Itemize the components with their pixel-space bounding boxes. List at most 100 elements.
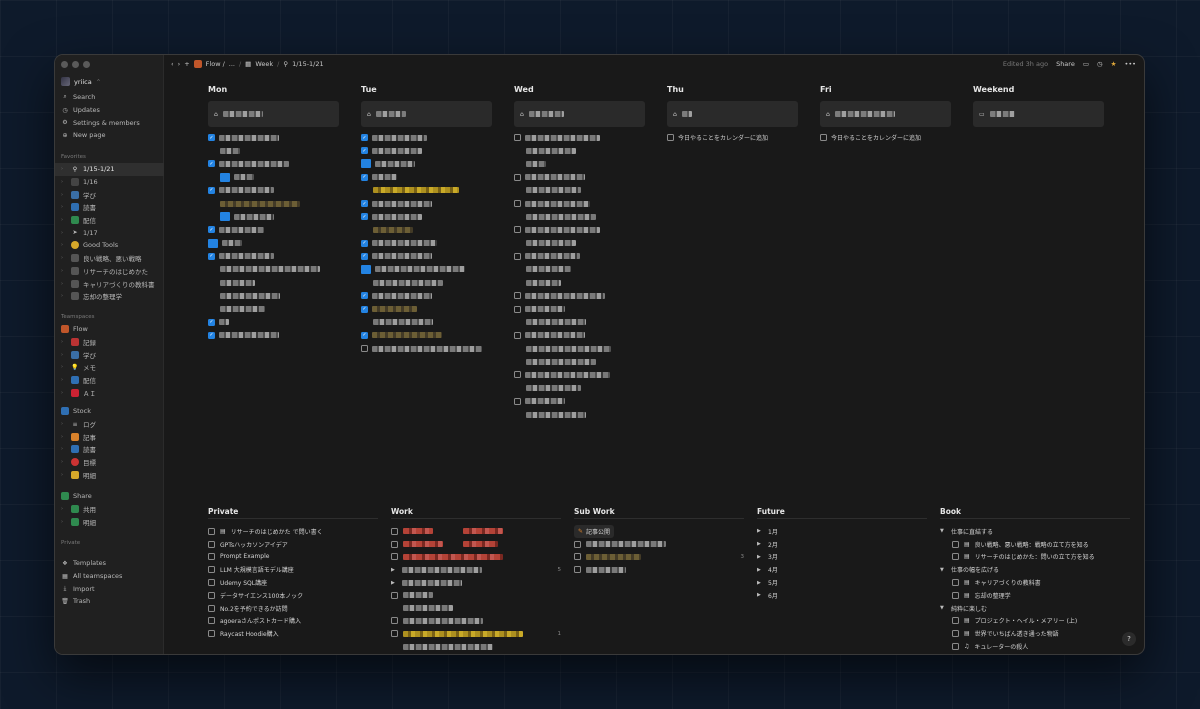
zoom-window-button[interactable] (83, 61, 90, 68)
comment-icon[interactable]: ▭ (1083, 60, 1089, 68)
crumb-ellipsis[interactable]: ... (229, 60, 235, 68)
toggle-icon[interactable]: ▶ (757, 592, 763, 598)
sidebar-settings[interactable]: ⚙ Settings & members (55, 116, 164, 129)
checkbox[interactable] (952, 553, 959, 561)
calendar-card[interactable]: ⌂ (820, 101, 951, 127)
list-item[interactable]: ▶ 5 (391, 563, 561, 576)
calendar-card[interactable]: ⌂ (667, 101, 798, 127)
checkbox[interactable] (514, 134, 521, 142)
list-item[interactable]: Prompt Example (208, 551, 378, 564)
book-item[interactable]: ▤ プロジェクト・ヘイル・メアリー (上) (940, 615, 1130, 628)
sidebar-item-1-17[interactable]: › ➤ 1/17 (55, 226, 164, 239)
close-window-button[interactable] (61, 61, 68, 68)
checkbox[interactable] (208, 579, 215, 587)
sidebar-import[interactable]: ⤓ Import (55, 582, 164, 595)
checkbox[interactable]: ✓ (208, 134, 215, 142)
checkbox[interactable] (952, 643, 959, 651)
sidebar-item-strategy[interactable]: › 良い戦略、悪い戦略 (55, 252, 164, 265)
chevron-right-icon[interactable]: › (61, 421, 67, 427)
add-to-calendar-item[interactable]: 今日やることをカレンダーに追加 (667, 131, 798, 144)
checkbox[interactable] (514, 331, 521, 339)
book-item[interactable]: ♫ キュレーターの殺人 (940, 640, 1130, 653)
checkbox[interactable]: ✓ (361, 331, 368, 339)
checkbox[interactable]: ✓ (361, 134, 368, 142)
sidebar-item-flow-learn[interactable]: › 学び (55, 348, 164, 361)
star-icon[interactable]: ★ (1111, 60, 1117, 68)
checkbox[interactable]: ✓ (361, 252, 368, 260)
chevron-right-icon[interactable]: › (61, 352, 67, 358)
list-item[interactable]: ▶ (391, 576, 561, 589)
book-group[interactable]: ▼ 純粋に楽しむ (940, 602, 1130, 615)
todo-item[interactable]: ✓ (361, 210, 492, 223)
help-button[interactable]: ? (1122, 632, 1136, 646)
sidebar-item-log[interactable]: › ≡ ログ (55, 418, 164, 431)
toggle-icon[interactable]: ▶ (757, 567, 763, 573)
crumb-week[interactable]: Week (255, 60, 273, 68)
chevron-right-icon[interactable]: › (61, 217, 67, 223)
checkbox[interactable] (391, 617, 398, 625)
todo-item[interactable] (514, 171, 645, 184)
checkbox[interactable] (208, 630, 215, 638)
sidebar-item-stock-reading[interactable]: › 読書 (55, 443, 164, 456)
list-item[interactable] (391, 551, 561, 564)
checkbox[interactable] (952, 591, 959, 599)
sidebar-item-flow-broadcast[interactable]: › 配信 (55, 374, 164, 387)
chevron-right-icon[interactable]: › (61, 204, 67, 210)
list-item[interactable] (574, 538, 744, 551)
checkbox[interactable] (391, 591, 398, 599)
checkbox[interactable]: ✓ (361, 200, 368, 208)
chevron-right-icon[interactable]: › (61, 377, 67, 383)
chevron-right-icon[interactable]: › (61, 390, 67, 396)
checkbox[interactable] (208, 527, 215, 535)
todo-item[interactable] (514, 131, 645, 144)
todo-item[interactable]: ✓ (208, 131, 339, 144)
sidebar-item-broadcast[interactable]: › 配信 (55, 214, 164, 227)
chevron-right-icon[interactable]: › (61, 506, 67, 512)
checkbox[interactable]: ✓ (361, 147, 368, 155)
chevron-right-icon[interactable]: › (61, 268, 67, 274)
checkbox[interactable] (952, 579, 959, 587)
chevron-right-icon[interactable]: › (61, 459, 67, 465)
checkbox[interactable] (952, 630, 959, 638)
list-item[interactable]: 3 (574, 551, 744, 564)
chevron-right-icon[interactable]: › (61, 242, 67, 248)
chevron-right-icon[interactable]: › (61, 255, 67, 261)
sidebar-item-goal[interactable]: › 目標 (55, 456, 164, 469)
chevron-right-icon[interactable]: › (61, 519, 67, 525)
sidebar-item-1-16[interactable]: › 1/16 (55, 176, 164, 189)
month-toggle[interactable]: ▶ 6月 (757, 589, 927, 602)
checkbox[interactable] (391, 540, 398, 548)
chevron-right-icon[interactable]: › (61, 166, 67, 172)
sidebar-all-teamspaces[interactable]: ▦ All teamspaces (55, 570, 164, 583)
todo-item[interactable]: ✓ (208, 157, 339, 170)
checkbox[interactable] (952, 617, 959, 625)
todo-item[interactable]: ✓ (208, 184, 339, 197)
todo-item[interactable] (514, 368, 645, 381)
book-group[interactable]: ▼ 仕事の幅を広げる (940, 563, 1130, 576)
checkbox[interactable] (391, 553, 398, 561)
checkbox[interactable] (514, 252, 521, 260)
toggle-open-icon[interactable]: ▼ (940, 567, 946, 573)
checkbox[interactable] (208, 591, 215, 599)
todo-item[interactable]: ✓ (208, 250, 339, 263)
checkbox[interactable] (952, 540, 959, 548)
checkbox[interactable] (574, 566, 581, 574)
toggle-icon[interactable]: ▶ (757, 580, 763, 586)
list-item[interactable] (391, 615, 561, 628)
toggle-icon[interactable]: ▶ (391, 567, 397, 573)
checkbox[interactable] (208, 553, 215, 561)
checkbox[interactable]: ✓ (361, 213, 368, 221)
sidebar-item-career[interactable]: › キャリアづくりの教科書 (55, 277, 164, 290)
toggle-icon[interactable]: ▶ (391, 580, 397, 586)
toggle-open-icon[interactable]: ▼ (940, 605, 946, 611)
teamspace-stock[interactable]: Stock (55, 405, 164, 418)
book-item[interactable]: ▤ キャリアづくりの教科書 (940, 576, 1130, 589)
list-item[interactable]: Raycast Hoodie購入 (208, 627, 378, 640)
forward-arrow-icon[interactable]: › (178, 60, 181, 68)
checkbox[interactable] (514, 371, 521, 379)
share-button[interactable]: Share (1056, 60, 1075, 68)
sidebar-item-research[interactable]: › リサーチのはじめかた (55, 265, 164, 278)
checkbox[interactable]: ✓ (361, 173, 368, 181)
calendar-card[interactable]: ⌂ (514, 101, 645, 127)
todo-item[interactable] (514, 302, 645, 315)
